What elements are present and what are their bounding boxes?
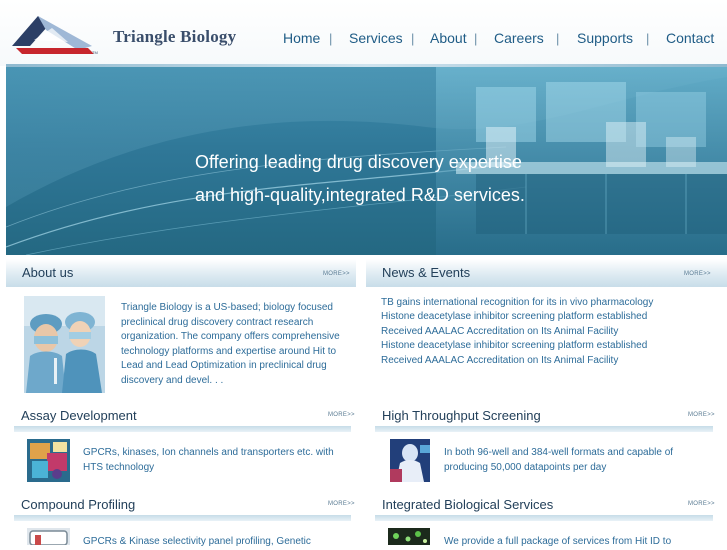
hero-tagline-2: and high-quality,integrated R&D services… xyxy=(195,185,525,205)
nav-supports[interactable]: Supports xyxy=(577,30,633,46)
nav-separator: | xyxy=(411,31,415,46)
section-divider xyxy=(14,515,351,521)
compound-more-link[interactable]: MORE>> xyxy=(328,501,355,507)
integrated-description: We provide a full package of services fr… xyxy=(444,536,672,547)
integrated-services-title[interactable]: Integrated Biological Services xyxy=(382,497,553,512)
nav-home[interactable]: Home xyxy=(283,30,320,46)
compound-thumbnail xyxy=(27,528,70,545)
hts-description: In both 96-well and 384-well formats and… xyxy=(444,447,674,473)
compound-profiling-title[interactable]: Compound Profiling xyxy=(21,497,135,512)
nav-careers[interactable]: Careers xyxy=(494,30,544,46)
assay-development-title[interactable]: Assay Development xyxy=(21,408,137,423)
news-item[interactable]: Histone deacetylase inhibitor screening … xyxy=(381,340,647,351)
about-scientists-image xyxy=(24,296,105,393)
news-more-link[interactable]: MORE>> xyxy=(684,271,711,277)
section-divider xyxy=(375,426,713,432)
news-item[interactable]: Histone deacetylase inhibitor screening … xyxy=(381,311,647,322)
news-item[interactable]: Received AAALAC Accreditation on Its Ani… xyxy=(381,326,618,337)
integrated-thumbnail xyxy=(388,528,430,545)
section-divider xyxy=(14,426,351,432)
hero-tagline-1: Offering leading drug discovery expertis… xyxy=(195,152,522,172)
hts-more-link[interactable]: MORE>> xyxy=(688,412,715,418)
triangle-logo-icon[interactable]: TM xyxy=(8,10,98,56)
nav-separator: | xyxy=(556,31,560,46)
news-header-bar: News & Events MORE>> xyxy=(366,259,727,287)
about-more-link[interactable]: MORE>> xyxy=(323,271,350,277)
about-description: Triangle Biology is a US-based; biology … xyxy=(121,302,340,386)
svg-text:TM: TM xyxy=(92,50,98,55)
integrated-more-link[interactable]: MORE>> xyxy=(688,501,715,507)
brand-name[interactable]: Triangle Biology xyxy=(113,27,236,47)
hts-thumbnail xyxy=(390,439,430,482)
nav-separator: | xyxy=(646,31,650,46)
nav-contact[interactable]: Contact xyxy=(666,30,714,46)
hero-banner: Offering leading drug discovery expertis… xyxy=(6,67,727,255)
news-item[interactable]: TB gains international recognition for i… xyxy=(381,297,653,308)
nav-separator: | xyxy=(474,31,478,46)
assay-thumbnail xyxy=(27,439,70,482)
about-title: About us xyxy=(22,265,74,280)
nav-separator: | xyxy=(329,31,333,46)
hts-title[interactable]: High Throughput Screening xyxy=(382,408,541,423)
nav-about[interactable]: About xyxy=(430,30,467,46)
news-item[interactable]: Received AAALAC Accreditation on Its Ani… xyxy=(381,355,618,366)
news-title: News & Events xyxy=(382,265,471,280)
about-header-bar: About us MORE>> xyxy=(6,259,356,287)
site-header: TM Triangle Biology Home | Services | Ab… xyxy=(0,0,727,66)
nav-services[interactable]: Services xyxy=(349,30,403,46)
section-divider xyxy=(375,515,713,521)
compound-description: GPCRs & Kinase selectivity panel profili… xyxy=(83,536,311,547)
assay-description: GPCRs, kinases, Ion channels and transpo… xyxy=(83,447,334,473)
assay-more-link[interactable]: MORE>> xyxy=(328,412,355,418)
